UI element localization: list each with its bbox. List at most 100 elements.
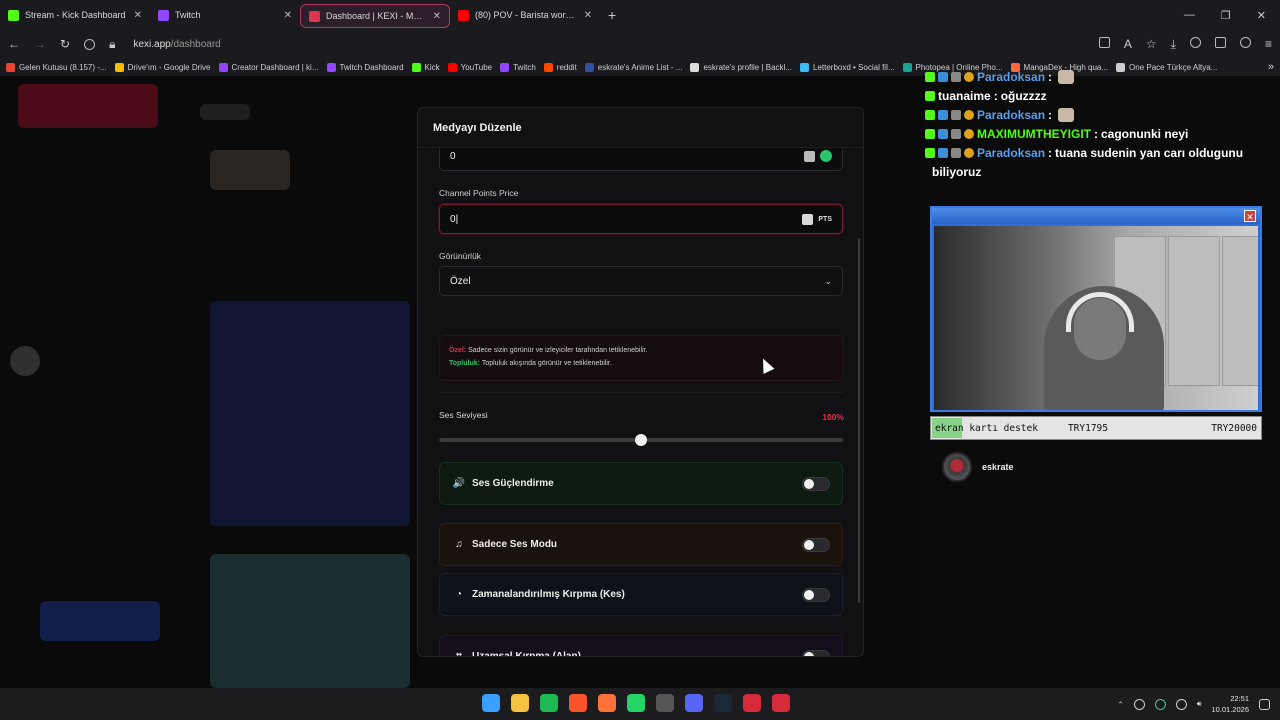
notification-icon[interactable] <box>1259 698 1270 710</box>
bookmark-item[interactable]: eskrate's Anime List - ... <box>584 62 682 72</box>
minimize-icon[interactable]: — <box>1184 9 1195 22</box>
avatar-blur <box>10 346 40 376</box>
bookmark-item[interactable]: Creator Dashboard | ki... <box>218 62 319 72</box>
stream-username: eskrate <box>982 462 1014 472</box>
chat-username[interactable]: Paradoksan <box>977 108 1045 122</box>
visibility-select[interactable]: Özel ⌄ <box>439 266 843 296</box>
tab-favicon-icon <box>158 9 169 21</box>
tab-close-icon[interactable]: ✕ <box>584 10 592 21</box>
steam-icon[interactable] <box>714 694 732 712</box>
obs-icon[interactable] <box>656 694 674 712</box>
chat-username[interactable]: Paradoksan <box>977 70 1045 84</box>
chat-username[interactable]: MAXIMUMTHEYIGIT <box>977 127 1091 141</box>
bookmark-item[interactable]: Twitch Dashboard <box>326 62 404 72</box>
reload-icon[interactable]: ↻ <box>60 37 70 51</box>
translate-icon[interactable]: A <box>1124 37 1132 52</box>
browser-tab[interactable]: Dashboard | KEXI - Modern Stre ✕ <box>300 4 450 28</box>
channel-points-input[interactable]: 0 | PTS <box>439 204 843 234</box>
chat-separator: : <box>1094 127 1098 141</box>
url-path: /dashboard <box>170 38 221 50</box>
chat-username[interactable]: Paradoksan <box>977 146 1045 160</box>
shield-icon[interactable] <box>84 38 96 50</box>
close-window-icon[interactable]: ✕ <box>1257 9 1266 22</box>
puzzle-icon[interactable] <box>1214 36 1226 48</box>
tab-close-icon[interactable]: ✕ <box>134 10 142 21</box>
option-row: ⌗ Uzamsal Kırpma (Alan) <box>439 635 843 657</box>
kick-badge-icon <box>925 72 935 82</box>
extension-icon[interactable] <box>1189 36 1201 48</box>
windows-start-icon[interactable] <box>482 694 500 712</box>
close-icon[interactable]: ✕ <box>1244 210 1256 222</box>
browser-tab[interactable]: Twitch ✕ <box>150 0 300 30</box>
bookmark-favicon-icon <box>114 62 124 72</box>
thumb-blur <box>210 150 290 190</box>
bookmark-label: reddit <box>556 62 577 72</box>
brave-icon[interactable] <box>569 694 587 712</box>
unit-icon <box>804 150 815 162</box>
volume-icon[interactable]: 🔊︎ <box>1197 699 1202 709</box>
spotify-icon[interactable] <box>540 694 558 712</box>
chevron-up-icon[interactable]: ⌃ <box>1117 700 1123 709</box>
option-toggle[interactable] <box>802 476 830 491</box>
edit-media-modal: Medyayı Düzenle 0 Channel Points Price 0… <box>417 107 864 657</box>
bookmark-item[interactable]: Letterboxd • Social fil... <box>800 62 895 72</box>
download-icon[interactable]: ⤓ <box>1171 37 1176 52</box>
chat-username[interactable]: tuanaime <box>938 89 991 103</box>
file-explorer-icon[interactable] <box>511 694 529 712</box>
visibility-label: Görünürlük <box>439 251 482 261</box>
bookmark-favicon-icon <box>218 62 228 72</box>
star-icon[interactable]: ☆ <box>1146 37 1157 52</box>
option-toggle[interactable] <box>802 649 830 656</box>
bookmark-favicon-icon <box>6 62 15 72</box>
app-red-icon[interactable] <box>743 694 761 712</box>
first-value-field[interactable]: 0 <box>439 148 843 171</box>
profile-icon[interactable] <box>1239 36 1251 48</box>
tab-favicon-icon <box>309 10 320 22</box>
bookmark-item[interactable]: Twitch <box>500 62 536 72</box>
tab-favicon-icon <box>458 9 469 21</box>
option-toggle[interactable] <box>802 537 830 552</box>
modal-title: Medyayı Düzenle <box>418 108 863 148</box>
bookmark-item[interactable]: Gelen Kutusu (8.157) -... <box>6 62 107 72</box>
reader-icon[interactable] <box>1098 36 1110 48</box>
tab-close-icon[interactable]: ✕ <box>433 11 441 22</box>
bookmark-label: Twitch <box>513 62 536 72</box>
app-red2-icon[interactable] <box>772 694 790 712</box>
whatsapp-icon[interactable] <box>627 694 645 712</box>
menu-icon[interactable]: ≡ <box>1265 37 1272 52</box>
option-toggle[interactable] <box>802 587 830 602</box>
maximize-icon[interactable]: ❐ <box>1221 9 1231 22</box>
modal-scrollbar[interactable] <box>858 238 860 603</box>
network-icon[interactable] <box>1175 698 1187 710</box>
verified-badge-icon <box>938 72 948 82</box>
clock[interactable]: 22:51 10.01.2026 <box>1211 693 1249 715</box>
mic-icon[interactable] <box>1154 698 1166 710</box>
bookmark-item[interactable]: eskrate's profile | Backl... <box>690 62 792 72</box>
tray-app-icon[interactable] <box>1133 698 1145 710</box>
back-icon[interactable]: ← <box>8 37 20 51</box>
bookmark-item[interactable]: Kick <box>411 62 440 72</box>
info-private-row: Özel: Sadece sizin görünür ve izleyicile… <box>449 344 833 357</box>
forward-icon[interactable]: → <box>34 37 46 51</box>
volume-slider-handle[interactable] <box>635 434 647 446</box>
address-bar[interactable]: kexi.app/dashboard <box>133 39 220 50</box>
browser-tab[interactable]: (80) POV - Barista works in Lon ✕ <box>450 0 600 30</box>
discord-icon[interactable] <box>685 694 703 712</box>
lock-icon: 🔒︎ <box>109 36 116 51</box>
bookmark-item[interactable]: YouTube <box>447 62 492 72</box>
kick-badge-icon <box>925 129 935 139</box>
bookmark-item[interactable]: reddit <box>543 62 577 72</box>
volume-label: Ses Seviyesi <box>439 410 488 420</box>
new-tab-button[interactable]: + <box>600 7 624 23</box>
taskbar-apps <box>482 694 790 712</box>
crop-icon: ⌗ <box>456 651 462 657</box>
bookmark-item[interactable]: Drive'ım - Google Drive <box>114 62 211 72</box>
firefox-icon[interactable] <box>598 694 616 712</box>
verified-badge-icon <box>938 148 948 158</box>
browser-tab[interactable]: Stream - Kick Dashboard ✕ <box>0 0 150 30</box>
avatar <box>942 452 972 482</box>
bookmark-label: Kick <box>424 62 440 72</box>
volume-slider[interactable] <box>439 434 843 446</box>
tab-close-icon[interactable]: ✕ <box>284 10 292 21</box>
info-public-text: Topluluk akışında görünür ve tetiklenebi… <box>481 360 612 367</box>
